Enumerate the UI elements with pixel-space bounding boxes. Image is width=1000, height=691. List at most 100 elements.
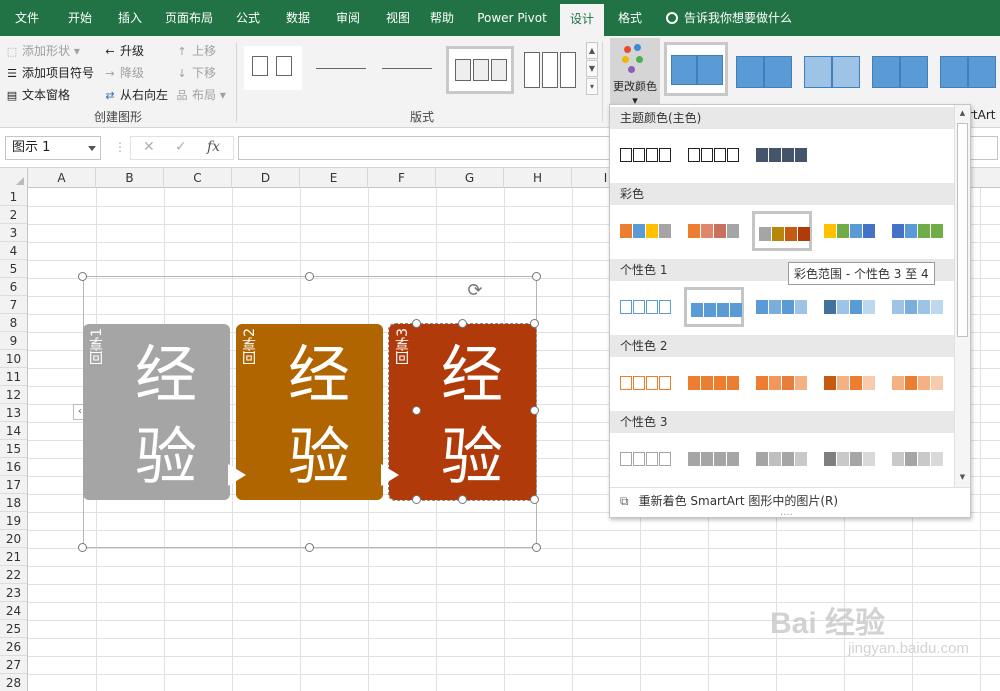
demote-button[interactable]: → 降级 xyxy=(104,64,144,81)
color-swatch[interactable] xyxy=(616,287,676,327)
tell-me-search[interactable]: 告诉我你想要做什么 xyxy=(666,0,792,36)
row-header[interactable]: 25 xyxy=(0,620,27,638)
color-swatch[interactable] xyxy=(820,211,880,251)
row-header[interactable]: 20 xyxy=(0,530,27,548)
tab-help[interactable]: 帮助 xyxy=(420,0,464,36)
tab-data[interactable]: 数据 xyxy=(276,0,320,36)
color-swatch[interactable] xyxy=(752,135,812,175)
dropdown-scrollbar[interactable]: ▲ ▼ xyxy=(954,105,970,487)
row-header[interactable]: 22 xyxy=(0,566,27,584)
layout-option-2[interactable] xyxy=(312,46,370,90)
row-header[interactable]: 2 xyxy=(0,206,27,224)
smartart-style-1[interactable] xyxy=(664,42,728,96)
resize-handle[interactable] xyxy=(532,543,541,552)
column-header-a[interactable]: A xyxy=(28,168,96,188)
row-header[interactable]: 26 xyxy=(0,638,27,656)
smartart-style-3[interactable] xyxy=(804,46,864,94)
tab-insert[interactable]: 插入 xyxy=(108,0,152,36)
column-header-d[interactable]: D xyxy=(232,168,300,188)
shape-handle[interactable] xyxy=(458,319,467,328)
row-header[interactable]: 8 xyxy=(0,314,27,332)
row-header[interactable]: 13 xyxy=(0,404,27,422)
scroll-up-icon[interactable]: ▲ xyxy=(957,107,968,119)
color-swatch[interactable] xyxy=(820,439,880,479)
color-swatch[interactable] xyxy=(888,439,948,479)
row-header[interactable]: 1 xyxy=(0,188,27,206)
layout-option-3[interactable] xyxy=(378,46,436,90)
color-swatch[interactable] xyxy=(684,287,744,327)
shape-handle[interactable] xyxy=(530,319,539,328)
tab-design[interactable]: 设计 xyxy=(560,4,604,36)
color-swatch[interactable] xyxy=(888,363,948,403)
row-header[interactable]: 21 xyxy=(0,548,27,566)
color-swatch[interactable] xyxy=(684,135,744,175)
row-header[interactable]: 18 xyxy=(0,494,27,512)
shape-handle[interactable] xyxy=(458,495,467,504)
tab-page-layout[interactable]: 页面布局 xyxy=(158,0,220,36)
layouts-more[interactable]: ▾ xyxy=(586,78,598,95)
scroll-down-icon[interactable]: ▼ xyxy=(957,471,968,483)
row-header[interactable]: 23 xyxy=(0,584,27,602)
resize-handle[interactable] xyxy=(305,543,314,552)
change-colors-button[interactable]: 更改颜色 ▾ xyxy=(610,38,660,107)
smartart-shape-2[interactable]: 回享2 经验 xyxy=(236,324,383,500)
layout-option-4-selected[interactable] xyxy=(446,46,514,94)
insert-function-icon[interactable]: fx xyxy=(207,139,220,155)
tab-format[interactable]: 格式 xyxy=(608,0,652,36)
tab-file[interactable]: 文件 xyxy=(6,0,48,36)
smartart-style-2[interactable] xyxy=(736,46,796,94)
column-header-h[interactable]: H xyxy=(504,168,572,188)
name-box[interactable]: 图示 1 xyxy=(5,136,101,160)
select-all-button[interactable] xyxy=(0,168,28,188)
row-header[interactable]: 5 xyxy=(0,260,27,278)
color-swatch[interactable] xyxy=(616,211,676,251)
color-swatch[interactable] xyxy=(684,363,744,403)
tab-power-pivot[interactable]: Power Pivot xyxy=(470,0,554,36)
column-header-e[interactable]: E xyxy=(300,168,368,188)
color-swatch[interactable] xyxy=(888,287,948,327)
color-swatch[interactable] xyxy=(752,363,812,403)
row-header[interactable]: 3 xyxy=(0,224,27,242)
cancel-icon[interactable]: ✕ xyxy=(143,139,155,155)
color-swatch[interactable] xyxy=(820,363,880,403)
resize-handle[interactable] xyxy=(532,272,541,281)
row-header[interactable]: 19 xyxy=(0,512,27,530)
smartart-style-4[interactable] xyxy=(872,46,932,94)
row-header[interactable]: 27 xyxy=(0,656,27,674)
tab-review[interactable]: 审阅 xyxy=(326,0,370,36)
color-swatch[interactable] xyxy=(616,363,676,403)
shape-handle[interactable] xyxy=(412,406,421,415)
tab-formulas[interactable]: 公式 xyxy=(226,0,270,36)
resize-handle[interactable] xyxy=(78,543,87,552)
row-header[interactable]: 16 xyxy=(0,458,27,476)
layout-option-5[interactable] xyxy=(520,46,580,90)
scrollbar-thumb[interactable] xyxy=(957,123,968,337)
right-to-left-button[interactable]: ⇄ 从右向左 xyxy=(104,86,168,103)
shape-handle[interactable] xyxy=(530,406,539,415)
enter-icon[interactable]: ✓ xyxy=(175,139,187,155)
resize-handle[interactable] xyxy=(305,272,314,281)
row-header[interactable]: 12 xyxy=(0,386,27,404)
row-header[interactable]: 17 xyxy=(0,476,27,494)
shape-handle[interactable] xyxy=(412,495,421,504)
color-swatch[interactable] xyxy=(752,439,812,479)
color-swatch[interactable] xyxy=(888,211,948,251)
move-down-button[interactable]: ↓ 下移 xyxy=(176,64,216,81)
resize-handle[interactable] xyxy=(78,272,87,281)
row-header[interactable]: 15 xyxy=(0,440,27,458)
smartart-shape-3-selected[interactable]: 回享3 经验 xyxy=(388,323,537,501)
tab-view[interactable]: 视图 xyxy=(376,0,420,36)
smartart-shape-1[interactable]: 回享1 经验 xyxy=(83,324,230,500)
tab-home[interactable]: 开始 xyxy=(58,0,102,36)
layouts-scroll-down[interactable]: ▼ xyxy=(586,60,598,77)
shape-handle[interactable] xyxy=(412,319,421,328)
layouts-scroll-up[interactable]: ▲ xyxy=(586,42,598,59)
column-header-c[interactable]: C xyxy=(164,168,232,188)
shape-handle[interactable] xyxy=(530,495,539,504)
row-header[interactable]: 14 xyxy=(0,422,27,440)
color-swatch[interactable] xyxy=(752,287,812,327)
row-header[interactable]: 9 xyxy=(0,332,27,350)
color-swatch[interactable] xyxy=(684,439,744,479)
column-header-b[interactable]: B xyxy=(96,168,164,188)
row-header[interactable]: 10 xyxy=(0,350,27,368)
